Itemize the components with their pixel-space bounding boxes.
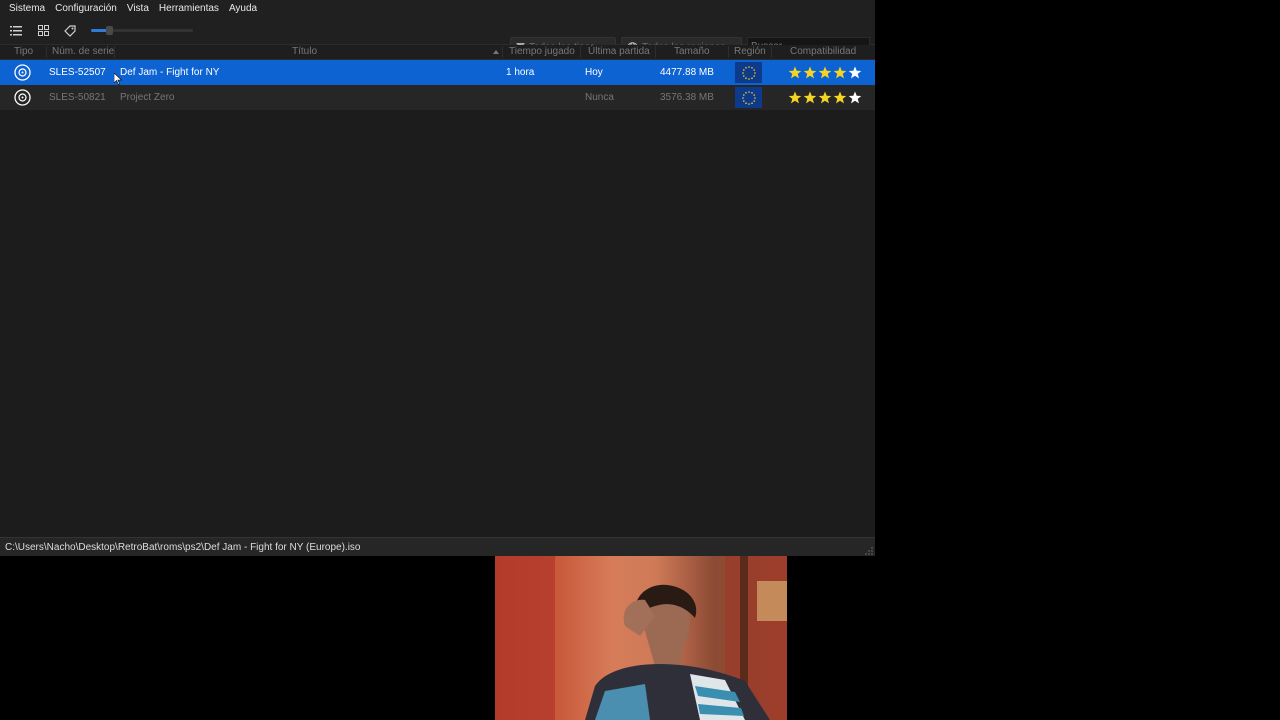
title-cell: Def Jam - Fight for NY [120,67,220,78]
table-header: Tipo Núm. de serie Título Tiempo jugado … [0,45,875,60]
star-icon [788,66,802,79]
eu-flag-icon [735,62,762,83]
serial-cell: SLES-50821 [49,92,106,103]
size-cell: 3576.38 MB [660,92,714,103]
tag-icon [64,24,76,37]
resize-grip-icon[interactable] [865,547,873,555]
star-icon [833,91,847,104]
status-file-path: C:\Users\Nacho\Desktop\RetroBat\roms\ps2… [5,542,361,553]
column-header-tipo[interactable]: Tipo [14,45,33,59]
table-row[interactable]: SLES-52507 Def Jam - Fight for NY 1 hora… [0,60,875,85]
star-icon [803,66,817,79]
menu-herramientas[interactable]: Herramientas [154,0,224,17]
column-header-tamano[interactable]: Tamaño [674,45,710,59]
serial-cell: SLES-52507 [49,67,106,78]
title-cell: Project Zero [120,92,175,103]
toolbar: Todos los tipos Todas las regiones [0,17,875,58]
list-view-button[interactable] [5,20,27,42]
column-header-titulo[interactable]: Título [292,45,317,59]
star-icon [818,91,832,104]
disc-icon [14,64,31,81]
eu-flag-icon [735,87,762,108]
tag-button[interactable] [59,20,81,42]
webcam-person-image [495,556,787,720]
menu-bar: Sistema Configuración Vista Herramientas… [0,0,875,17]
column-header-serial[interactable]: Núm. de serie [52,45,114,59]
zoom-slider-handle[interactable] [106,26,114,35]
mouse-cursor-icon [114,73,122,85]
last-played-cell: Hoy [585,67,603,78]
grid-view-button[interactable] [32,20,54,42]
menu-sistema[interactable]: Sistema [4,0,50,17]
column-header-ultima[interactable]: Última partida [588,45,650,59]
time-played-cell: 1 hora [506,67,535,78]
last-played-cell: Nunca [585,92,614,103]
emulator-window: Sistema Configuración Vista Herramientas… [0,0,875,556]
disc-icon [14,89,31,106]
size-cell: 4477.88 MB [660,67,714,78]
table-row[interactable]: SLES-50821 Project Zero Nunca 3576.38 MB [0,85,875,110]
menu-vista[interactable]: Vista [122,0,154,17]
zoom-slider[interactable] [91,26,193,35]
menu-configuracion[interactable]: Configuración [50,0,122,17]
compatibility-rating [788,66,862,79]
webcam-overlay [495,556,787,720]
star-icon [833,66,847,79]
column-header-compat[interactable]: Compatibilidad [790,45,856,59]
sort-ascending-icon [493,50,499,54]
column-header-tiempo[interactable]: Tiempo jugado [509,45,575,59]
star-icon [848,91,862,104]
column-header-region[interactable]: Región [734,45,766,59]
list-icon [10,25,22,35]
grid-icon [37,25,49,36]
star-icon [803,91,817,104]
star-icon [818,66,832,79]
menu-ayuda[interactable]: Ayuda [224,0,262,17]
star-icon [848,66,862,79]
compatibility-rating [788,91,862,104]
star-icon [788,91,802,104]
status-bar: C:\Users\Nacho\Desktop\RetroBat\roms\ps2… [0,537,875,556]
